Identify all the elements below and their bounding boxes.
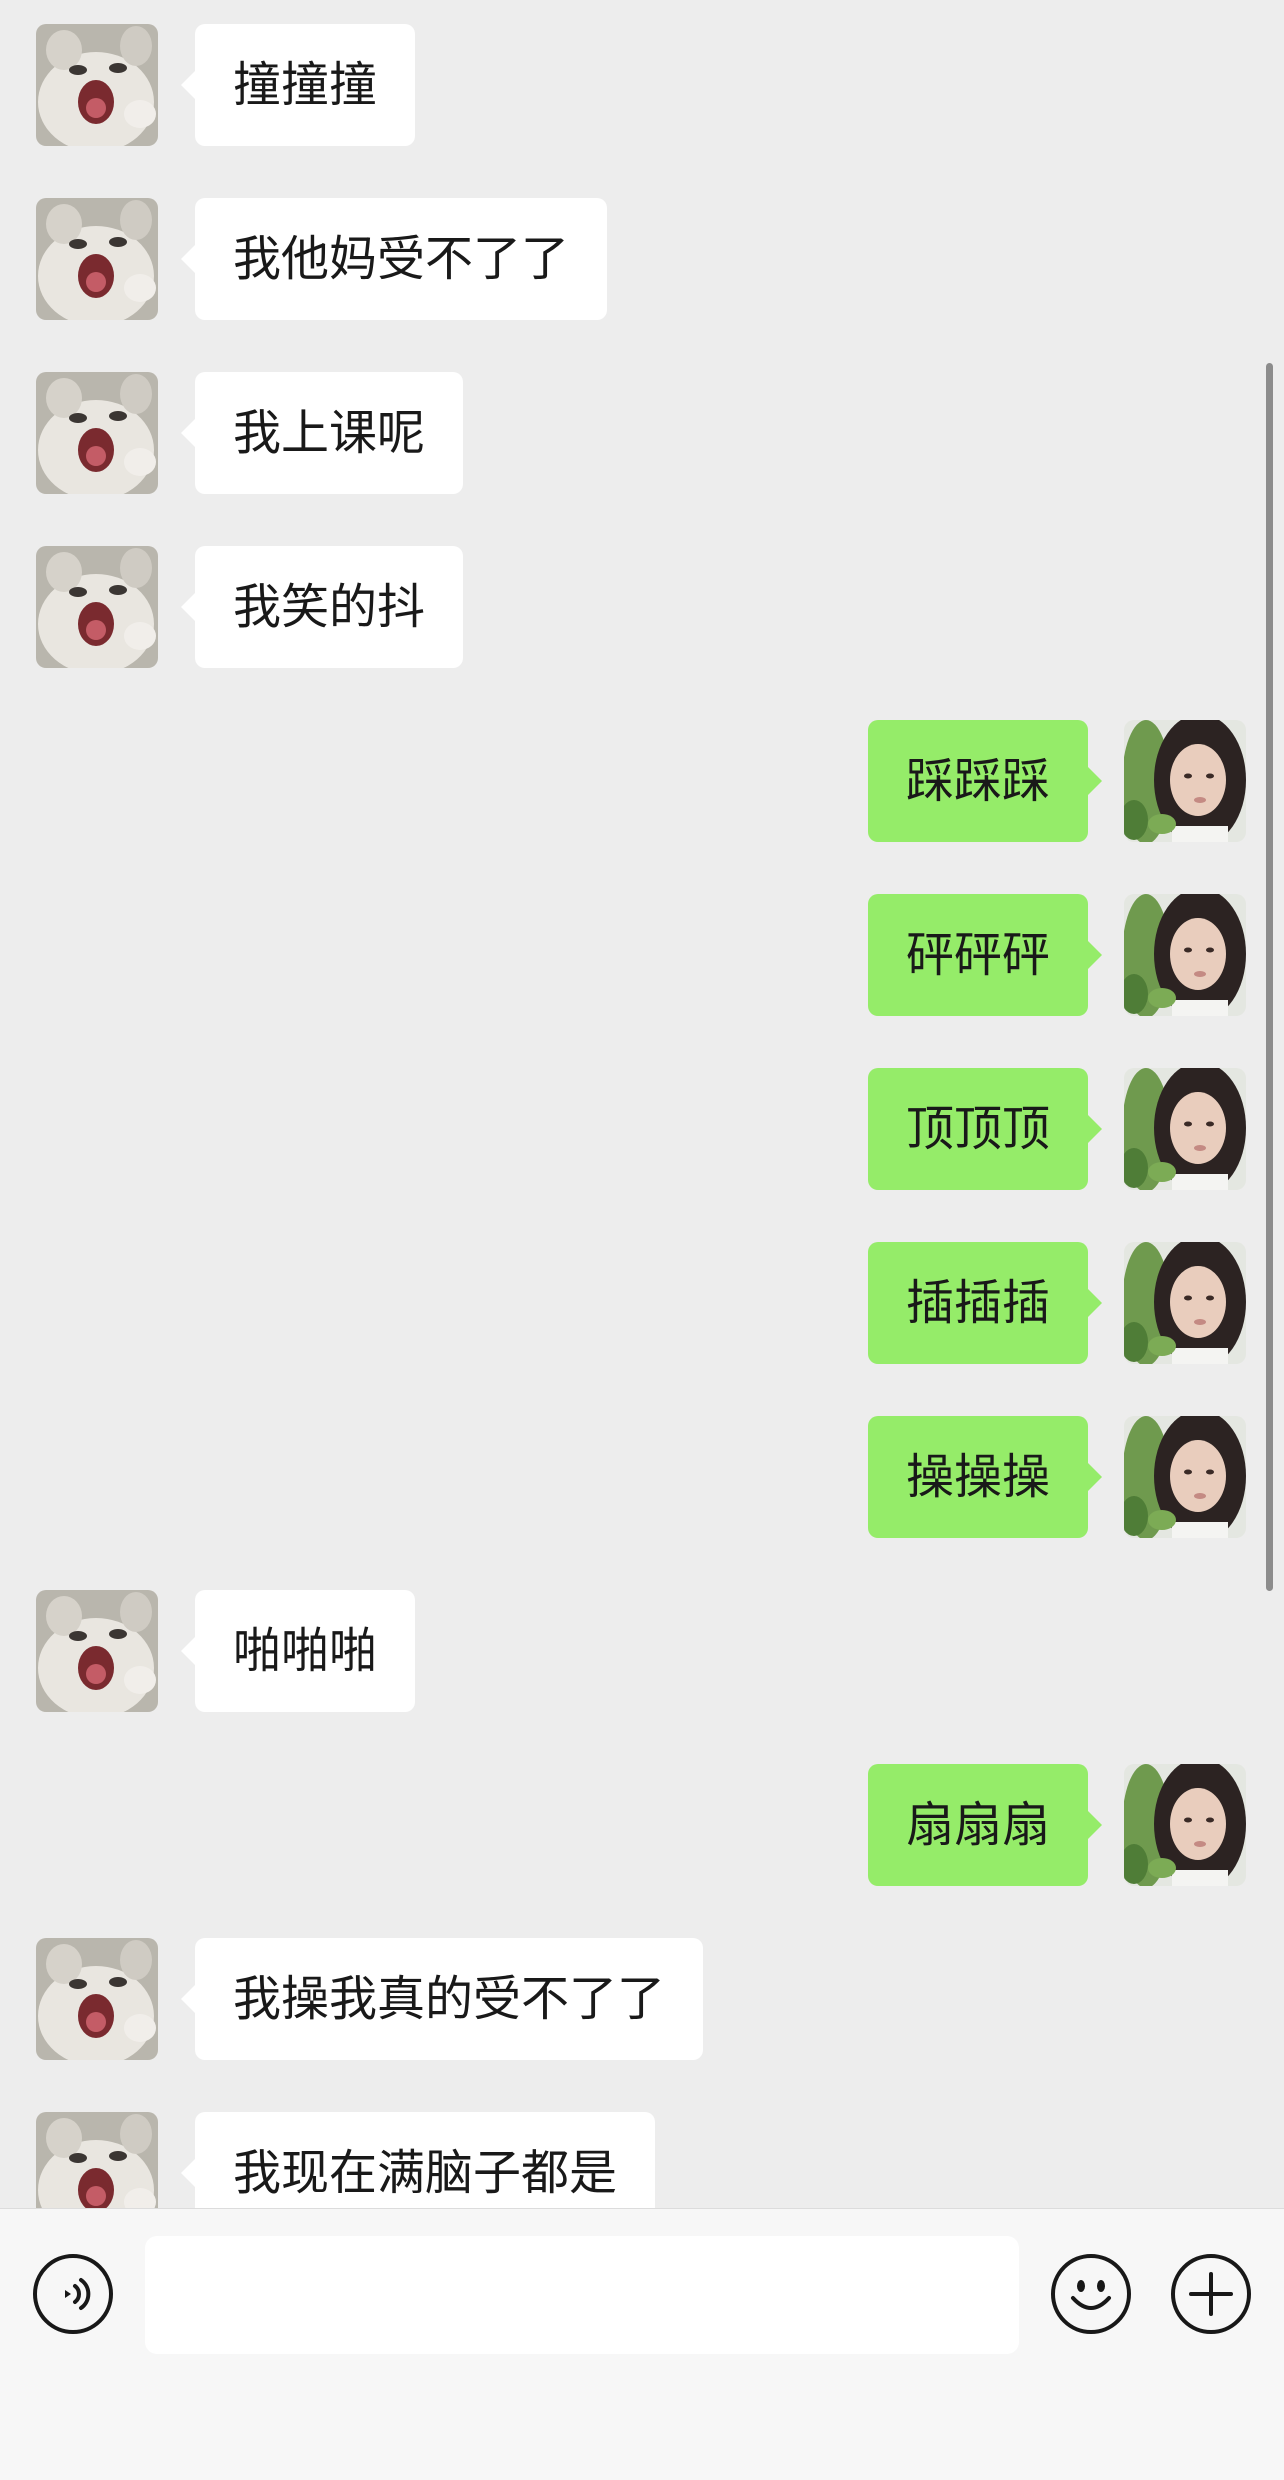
message-bubble[interactable]: 我操我真的受不了了	[180, 1938, 704, 2060]
more-button[interactable]	[1171, 2254, 1251, 2334]
girl-avatar[interactable]	[1124, 1068, 1246, 1190]
message-bubble[interactable]: 砰砰砰	[867, 894, 1103, 1016]
message-row-received: 撞撞撞	[0, 24, 1284, 146]
cat-avatar[interactable]	[36, 198, 158, 320]
girl-avatar[interactable]	[1124, 894, 1246, 1016]
message-bubble[interactable]: 我现在满脑子都是	[180, 2112, 656, 2208]
message-bubble[interactable]: 踩踩踩	[867, 720, 1103, 842]
cat-avatar[interactable]	[36, 1590, 158, 1712]
girl-avatar[interactable]	[1124, 1416, 1246, 1538]
cat-avatar[interactable]	[36, 372, 158, 494]
message-row-received: 我他妈受不了了	[0, 198, 1284, 320]
message-bubble[interactable]: 顶顶顶	[867, 1068, 1103, 1190]
cat-avatar[interactable]	[36, 24, 158, 146]
message-row-sent: 顶顶顶	[0, 1068, 1284, 1190]
cat-avatar[interactable]	[36, 546, 158, 668]
message-bubble[interactable]: 我上课呢	[180, 372, 464, 494]
message-bubble[interactable]: 插插插	[867, 1242, 1103, 1364]
message-row-sent: 扇扇扇	[0, 1764, 1284, 1886]
message-row-received: 我现在满脑子都是	[0, 2112, 1284, 2208]
plus-icon	[1189, 2272, 1233, 2316]
scrollbar[interactable]	[1266, 363, 1273, 1591]
message-list[interactable]: 撞撞撞 我他妈受不了了 我上课呢 我笑的抖 踩踩踩 砰砰砰 顶顶顶 插插插 操操…	[0, 0, 1284, 2208]
message-row-sent: 操操操	[0, 1416, 1284, 1538]
message-input[interactable]	[145, 2236, 1019, 2354]
message-row-received: 啪啪啪	[0, 1590, 1284, 1712]
message-bubble[interactable]: 我他妈受不了了	[180, 198, 608, 320]
message-bubble[interactable]: 啪啪啪	[180, 1590, 416, 1712]
girl-avatar[interactable]	[1124, 1242, 1246, 1364]
input-bar	[0, 2208, 1284, 2480]
smiley-icon	[1071, 2280, 1111, 2310]
message-bubble[interactable]: 操操操	[867, 1416, 1103, 1538]
emoji-button[interactable]	[1051, 2254, 1131, 2334]
cat-avatar[interactable]	[36, 1938, 158, 2060]
message-row-sent: 踩踩踩	[0, 720, 1284, 842]
girl-avatar[interactable]	[1124, 1764, 1246, 1886]
cat-avatar[interactable]	[36, 2112, 158, 2208]
message-row-received: 我笑的抖	[0, 546, 1284, 668]
voice-button[interactable]	[33, 2254, 113, 2334]
message-row-sent: 插插插	[0, 1242, 1284, 1364]
chat-screen: 撞撞撞 我他妈受不了了 我上课呢 我笑的抖 踩踩踩 砰砰砰 顶顶顶 插插插 操操…	[0, 0, 1284, 2480]
message-row-received: 我操我真的受不了了	[0, 1938, 1284, 2060]
message-row-sent: 砰砰砰	[0, 894, 1284, 1016]
message-row-received: 我上课呢	[0, 372, 1284, 494]
message-bubble[interactable]: 我笑的抖	[180, 546, 464, 668]
message-bubble[interactable]: 扇扇扇	[867, 1764, 1103, 1886]
girl-avatar[interactable]	[1124, 720, 1246, 842]
message-bubble[interactable]: 撞撞撞	[180, 24, 416, 146]
voice-icon	[65, 2278, 91, 2310]
